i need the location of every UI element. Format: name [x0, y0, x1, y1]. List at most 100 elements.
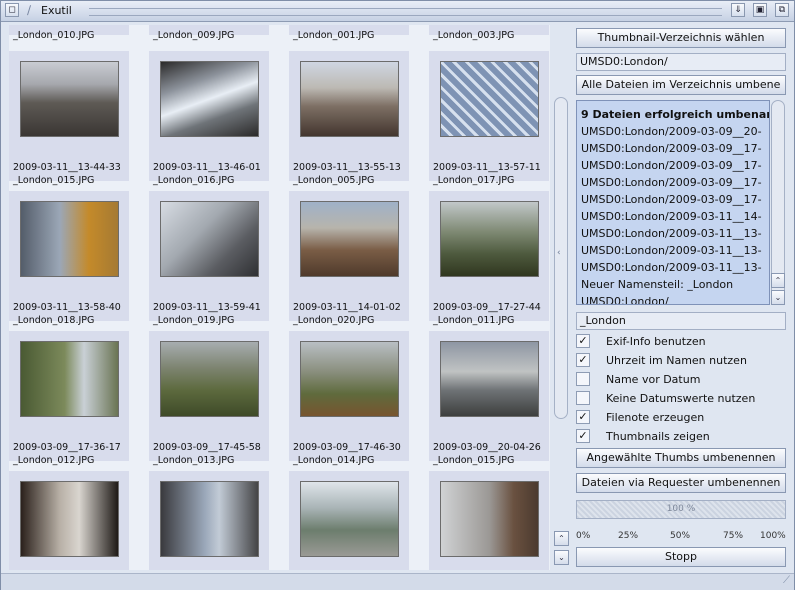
thumbnail-image[interactable]	[20, 61, 119, 137]
rename-selected-button[interactable]: Angewählte Thumbs umbenennen	[576, 448, 786, 468]
thumbnail-cell[interactable]: 2009-03-09__17-36-17 _London_012.JPG	[9, 331, 129, 466]
exif-info-checkbox[interactable]: ✓	[576, 334, 590, 348]
thumbnail-cell[interactable]: 2009-03-11__14-01-02 _London_020.JPG	[289, 191, 409, 326]
name-part-field[interactable]: _London	[576, 312, 786, 330]
log-line: UMSD0:London/2009-03-09__17-	[581, 159, 762, 172]
thumbnail-cell[interactable]	[429, 471, 549, 570]
no-date-values-checkbox[interactable]	[576, 391, 590, 405]
log-scroll-up-button[interactable]: ⌃	[771, 273, 785, 288]
thumbnail-image[interactable]	[300, 201, 399, 277]
thumbnail-cell[interactable]: 2009-03-09__17-27-44 _London_011.JPG	[429, 191, 549, 326]
thumbnail-caption: _London_009.JPG	[153, 30, 235, 41]
thumbnail-image[interactable]	[300, 341, 399, 417]
no-date-values-label: Keine Datumswerte nutzen	[606, 392, 756, 405]
resize-grip-icon[interactable]: ⟋	[783, 575, 790, 586]
title-separator: ∕	[27, 3, 32, 17]
thumbnail-caption: 2009-03-09__17-27-44 _London_011.JPG	[433, 302, 541, 326]
zoom-button[interactable]: ▣	[753, 3, 767, 17]
thumbnail-cell[interactable]: _London_001.JPG	[289, 25, 409, 41]
thumbnail-image[interactable]	[440, 61, 539, 137]
depth-button[interactable]: ⧉	[775, 3, 789, 17]
thumbnail-caption: 2009-03-11__13-44-33 _London_015.JPG	[13, 162, 121, 186]
exif-info-label: Exif-Info benutzen	[606, 335, 706, 348]
thumbnail-image[interactable]	[160, 481, 259, 557]
title-drag-grip[interactable]	[89, 8, 722, 16]
time-in-name-checkbox[interactable]: ✓	[576, 353, 590, 367]
log-line: UMSD0:London/2009-03-11__14-	[581, 210, 762, 223]
create-filenote-label: Filenote erzeugen	[606, 411, 705, 424]
log-line: UMSD0:London/2009-03-09__20-	[581, 125, 762, 138]
thumbnail-cell[interactable]	[149, 471, 269, 570]
thumbnail-cell[interactable]: _London_009.JPG	[149, 25, 269, 41]
thumbnail-image[interactable]	[160, 341, 259, 417]
thumbnail-image[interactable]	[440, 201, 539, 277]
grid-scrollbar[interactable]: ‹	[554, 97, 568, 419]
log-line: UMSD0:London/2009-03-09__17-	[581, 176, 762, 189]
thumbnail-cell[interactable]: _London_010.JPG	[9, 25, 129, 41]
thumbnail-cell[interactable]: 2009-03-11__13-46-01 _London_016.JPG	[149, 51, 269, 186]
thumbnail-cell[interactable]: 2009-03-11__13-57-11 _London_017.JPG	[429, 51, 549, 186]
name-before-date-checkbox[interactable]	[576, 372, 590, 386]
rename-all-button[interactable]: Alle Dateien im Verzeichnis umbene	[576, 75, 786, 95]
thumbnail-image[interactable]	[440, 341, 539, 417]
log-line: Neuer Namensteil: _London	[581, 278, 734, 291]
show-thumbnails-checkbox[interactable]: ✓	[576, 429, 590, 443]
thumbnail-cell[interactable]: 2009-03-09__20-04-26 _London_015.JPG	[429, 331, 549, 466]
thumbnail-caption: 2009-03-11__13-55-13 _London_005.JPG	[293, 162, 401, 186]
thumbnail-caption: 2009-03-11__13-59-41 _London_019.JPG	[153, 302, 261, 326]
thumbnail-image[interactable]	[440, 481, 539, 557]
thumbnail-cell[interactable]: _London_003.JPG	[429, 25, 549, 41]
thumbnail-image[interactable]	[20, 481, 119, 557]
log-line: UMSD0:London/	[581, 295, 669, 305]
scroll-down-button[interactable]: ⌄	[554, 550, 569, 565]
progress-bar: 100 %	[576, 500, 786, 519]
progress-scale-100: 100%	[760, 531, 786, 541]
thumbnail-cell[interactable]: 2009-03-09__17-45-58 _London_013.JPG	[149, 331, 269, 466]
thumbnail-cell[interactable]	[9, 471, 129, 570]
window-title: Exutil	[41, 4, 72, 17]
thumbnail-grid[interactable]: _London_010.JPG _London_009.JPG _London_…	[9, 25, 550, 570]
title-bar[interactable]: ◻ ∕ Exutil ⇓ ▣ ⧉	[1, 1, 794, 22]
thumbnail-cell[interactable]: 2009-03-11__13-55-13 _London_005.JPG	[289, 51, 409, 186]
thumbnail-cell[interactable]	[289, 471, 409, 570]
thumbnail-cell[interactable]: 2009-03-11__13-58-40 _London_018.JPG	[9, 191, 129, 326]
thumbnail-caption: _London_001.JPG	[293, 30, 375, 41]
progress-scale-25: 25%	[618, 531, 639, 541]
scroll-knob-icon[interactable]: ‹	[557, 248, 561, 258]
thumbnail-image[interactable]	[300, 481, 399, 557]
thumbnail-caption: 2009-03-11__13-58-40 _London_018.JPG	[13, 302, 121, 326]
thumbnail-cell[interactable]: 2009-03-11__13-44-33 _London_015.JPG	[9, 51, 129, 186]
log-line: UMSD0:London/2009-03-09__17-	[581, 142, 762, 155]
thumbnail-image[interactable]	[160, 61, 259, 137]
log-line: UMSD0:London/2009-03-11__13-	[581, 261, 762, 274]
directory-path-field[interactable]: UMSD0:London/	[576, 53, 786, 71]
show-thumbnails-label: Thumbnails zeigen	[606, 430, 710, 443]
log-line: 9 Dateien erfolgreich umbenann	[581, 108, 770, 121]
rename-via-requester-button[interactable]: Dateien via Requester umbenennen	[576, 473, 786, 493]
thumbnail-caption: 2009-03-11__13-46-01 _London_016.JPG	[153, 162, 261, 186]
thumbnail-caption: 2009-03-11__14-01-02 _London_020.JPG	[293, 302, 401, 326]
log-scroll-down-button[interactable]: ⌄	[771, 290, 785, 305]
scroll-up-button[interactable]: ⌃	[554, 531, 569, 546]
progress-scale-0: 0%	[576, 531, 591, 541]
rename-log-list[interactable]: 9 Dateien erfolgreich umbenann UMSD0:Lon…	[576, 100, 770, 305]
iconify-button[interactable]: ⇓	[731, 3, 745, 17]
thumbnail-caption: _London_003.JPG	[433, 30, 515, 41]
exutil-window: ◻ ∕ Exutil ⇓ ▣ ⧉ _London_010.JPG _London…	[0, 0, 795, 590]
thumbnail-image[interactable]	[160, 201, 259, 277]
close-window-button[interactable]: ◻	[5, 3, 19, 17]
stop-button[interactable]: Stopp	[576, 547, 786, 567]
log-line: UMSD0:London/2009-03-11__13-	[581, 244, 762, 257]
create-filenote-checkbox[interactable]: ✓	[576, 410, 590, 424]
thumbnail-image[interactable]	[20, 341, 119, 417]
choose-directory-button[interactable]: Thumbnail-Verzeichnis wählen	[576, 28, 786, 48]
thumbnail-cell[interactable]: 2009-03-09__17-46-30 _London_014.JPG	[289, 331, 409, 466]
thumbnail-caption: 2009-03-09__20-04-26 _London_015.JPG	[433, 442, 541, 466]
thumbnail-image[interactable]	[20, 201, 119, 277]
thumbnail-caption: 2009-03-09__17-45-58 _London_013.JPG	[153, 442, 261, 466]
thumbnail-image[interactable]	[300, 61, 399, 137]
thumbnail-caption: 2009-03-09__17-36-17 _London_012.JPG	[13, 442, 121, 466]
thumbnail-caption: 2009-03-11__13-57-11 _London_017.JPG	[433, 162, 541, 186]
thumbnail-cell[interactable]: 2009-03-11__13-59-41 _London_019.JPG	[149, 191, 269, 326]
log-line: UMSD0:London/2009-03-09__17-	[581, 193, 762, 206]
